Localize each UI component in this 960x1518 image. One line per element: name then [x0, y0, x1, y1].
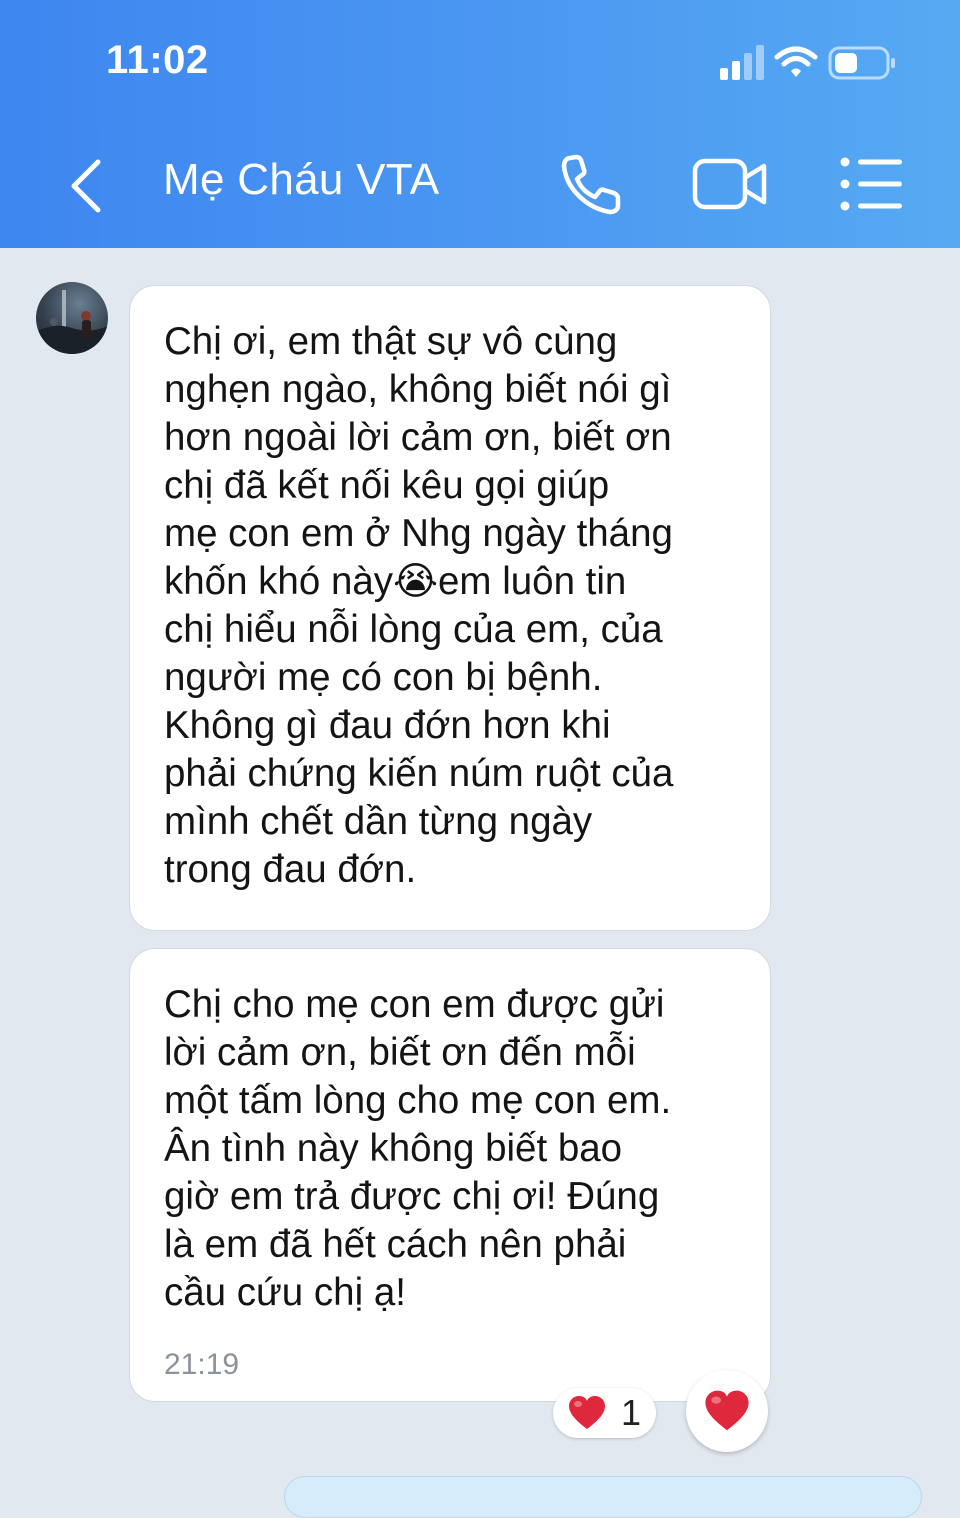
message-timestamp: 21:19 [164, 1348, 240, 1381]
header-bar: 11:02 Mẹ Cháu VTA [0, 0, 960, 248]
reaction-count: 1 [621, 1392, 642, 1433]
message-bubble[interactable]: Chị cho mẹ con em được gửi lời cảm ơn, b… [129, 948, 771, 1402]
message-text: Chị cho mẹ con em được gửi lời cảm ơn, b… [164, 983, 672, 1314]
heart-icon [569, 1396, 605, 1429]
reaction-summary[interactable]: 1 [553, 1388, 656, 1438]
battery-icon [828, 46, 895, 80]
message-bubble-outgoing[interactable] [284, 1476, 922, 1518]
back-button[interactable] [58, 150, 118, 220]
react-button[interactable] [686, 1370, 768, 1452]
cellular-signal-icon [720, 45, 764, 80]
message-bubble[interactable]: Chị ơi, em thật sự vô cùng nghẹn ngào, k… [129, 285, 771, 931]
heart-icon [705, 1390, 749, 1431]
chat-title[interactable]: Mẹ Cháu VTA [163, 155, 439, 205]
status-time: 11:02 [106, 38, 209, 82]
message-text: Chị ơi, em thật sự vô cùng nghẹn ngào, k… [164, 320, 674, 891]
phone-icon[interactable] [556, 148, 628, 220]
avatar-photo [36, 290, 108, 354]
avatar[interactable] [36, 282, 108, 354]
wifi-icon [774, 46, 818, 77]
video-call-icon[interactable] [690, 148, 770, 220]
menu-icon[interactable] [836, 148, 906, 220]
